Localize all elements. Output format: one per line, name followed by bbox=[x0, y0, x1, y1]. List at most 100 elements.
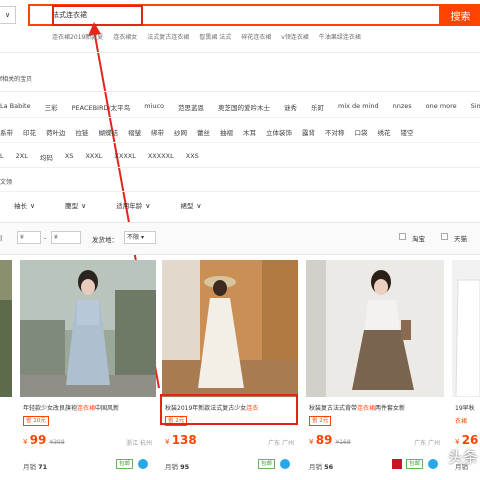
brand-option[interactable]: Simp bbox=[471, 102, 480, 112]
hotword-link[interactable]: 连衣裙女 bbox=[113, 32, 137, 41]
brand-option[interactable]: La Babite bbox=[0, 102, 31, 112]
style-filter-row: 系带 印花 荷叶边 拉链 蝴蝶结 褶皱 绑带 纱网 蕾丝 抽褶 木耳 立体装饰 … bbox=[0, 127, 414, 137]
price-dash: - bbox=[44, 234, 47, 242]
style-option[interactable]: 绑带 bbox=[151, 127, 164, 137]
product-title[interactable]: 年轻款少女改良旗袍连衣裙中国风新 bbox=[23, 403, 119, 412]
size-option[interactable]: 2XL bbox=[16, 152, 28, 162]
gift-icon bbox=[392, 459, 402, 469]
style-option[interactable]: 镂空 bbox=[401, 127, 414, 137]
product-image[interactable] bbox=[0, 260, 12, 397]
product-image[interactable] bbox=[452, 260, 480, 397]
tmall-label: 天猫 bbox=[454, 235, 467, 243]
related-items-text: f相关的宝贝 bbox=[0, 76, 33, 83]
size-option[interactable]: XXXXXL bbox=[148, 152, 174, 162]
chat-icon[interactable] bbox=[428, 459, 438, 469]
product-card[interactable]: 秋装2019年新款法式复古少女连衣 省 2元 ¥ 138 广东 广州 月销 95… bbox=[162, 260, 298, 480]
chat-icon[interactable] bbox=[280, 459, 290, 469]
product-title[interactable]: 19早秋 bbox=[455, 403, 480, 412]
product-title[interactable]: 秋装复古法式背带连衣裙两件套女新 bbox=[309, 403, 405, 412]
waist-filter[interactable]: 腰型 ∨ bbox=[65, 200, 86, 210]
product-card[interactable]: 秋装复古法式背带连衣裙两件套女新 省 2元 ¥ 89 ¥168 广东 广州 月销 … bbox=[306, 260, 444, 480]
price-prefix: | bbox=[0, 234, 3, 242]
tmall-checkbox[interactable] bbox=[441, 233, 448, 240]
hotword-link[interactable]: v领连衣裙 bbox=[281, 32, 309, 41]
style-option[interactable]: 立体装饰 bbox=[266, 127, 292, 137]
skirt-type-filter[interactable]: 裙型 ∨ bbox=[180, 200, 201, 210]
taobao-checkbox[interactable] bbox=[399, 233, 406, 240]
divider bbox=[0, 142, 480, 143]
hotword-link[interactable]: 牛油果绿连衣裙 bbox=[319, 32, 361, 41]
price-max-input[interactable]: ¥ bbox=[51, 231, 81, 244]
style-option[interactable]: 抽褶 bbox=[220, 127, 233, 137]
product-location: 广东 广州 bbox=[414, 440, 440, 447]
style-option[interactable]: 蕾丝 bbox=[197, 127, 210, 137]
style-option[interactable]: 拉链 bbox=[76, 127, 89, 137]
brand-option[interactable]: PEACEBIRD/太平鸟 bbox=[72, 102, 131, 112]
free-shipping-badge: 包邮 bbox=[258, 459, 276, 469]
style-option[interactable]: 印花 bbox=[23, 127, 36, 137]
size-filter-row: L 2XL 均码 XS XXXL XXXXL XXXXXL XXS bbox=[0, 152, 199, 162]
brand-option[interactable]: 三彩 bbox=[45, 102, 58, 112]
brand-option[interactable]: 乐町 bbox=[311, 102, 324, 112]
brand-option[interactable]: 范思蓝恩 bbox=[178, 102, 204, 112]
collar-filter-label[interactable]: 文领 bbox=[0, 177, 12, 186]
hotword-link[interactable]: 碎花连衣裙 bbox=[241, 32, 271, 41]
divider bbox=[0, 167, 480, 168]
chevron-down-icon: ∨ bbox=[30, 202, 36, 210]
product-image[interactable] bbox=[20, 260, 156, 397]
monthly-sales: 月销 95 bbox=[165, 463, 190, 471]
style-option[interactable]: 蝴蝶结 bbox=[99, 127, 119, 137]
age-filter[interactable]: 适用年龄 ∨ bbox=[116, 200, 150, 210]
hot-search-words: 连衣裙2019新款夏 连衣裙女 法式复古连衣裙 智熏裙 法式 碎花连衣裙 v领连… bbox=[52, 32, 361, 41]
product-image[interactable] bbox=[306, 260, 444, 397]
size-option[interactable]: XS bbox=[65, 152, 74, 162]
style-option[interactable]: 荷叶边 bbox=[46, 127, 66, 137]
watermark: 头条 bbox=[448, 448, 479, 466]
price-min-input[interactable]: ¥ bbox=[17, 231, 41, 244]
brand-option[interactable]: mix de mind bbox=[338, 102, 379, 112]
product-price: ¥ 99 ¥398 bbox=[23, 433, 65, 447]
free-shipping-badge: 包邮 bbox=[406, 459, 424, 469]
brand-filter-row: La Babite 三彩 PEACEBIRD/太平鸟 miuco 范思蓝恩 奥芝… bbox=[0, 102, 480, 112]
product-location: 浙江 杭州 bbox=[126, 440, 152, 447]
taobao-label: 淘宝 bbox=[412, 235, 425, 243]
free-shipping-badge: 包邮 bbox=[116, 459, 134, 469]
chevron-down-icon: ∨ bbox=[81, 202, 87, 210]
size-option[interactable]: XXXXL bbox=[114, 152, 135, 162]
chevron-down-icon: ∨ bbox=[196, 202, 202, 210]
divider bbox=[0, 52, 480, 53]
size-option[interactable]: L bbox=[0, 152, 4, 162]
divider bbox=[0, 91, 480, 92]
chevron-down-icon: ∨ bbox=[145, 202, 151, 210]
product-card[interactable]: 年轻款少女改良旗袍连衣裙中国风新 省 10元 ¥ 99 ¥398 浙江 杭州 月销… bbox=[20, 260, 156, 480]
style-option[interactable]: 纱网 bbox=[174, 127, 187, 137]
size-option[interactable]: XXS bbox=[186, 152, 199, 162]
divider bbox=[0, 117, 480, 118]
size-option[interactable]: 均码 bbox=[40, 152, 53, 162]
discount-tag: 省 2元 bbox=[309, 416, 332, 426]
style-option[interactable]: 木耳 bbox=[243, 127, 256, 137]
discount-tag: 省 10元 bbox=[23, 416, 49, 426]
brand-option[interactable]: 奥芝国的爱吟木士 bbox=[218, 102, 270, 112]
hotword-link[interactable]: 法式复古连衣裙 bbox=[147, 32, 189, 41]
style-option[interactable]: 口袋 bbox=[355, 127, 368, 137]
sleeve-filter[interactable]: 袖长 ∨ bbox=[14, 200, 35, 210]
hotword-link[interactable]: 智熏裙 法式 bbox=[199, 32, 231, 41]
brand-option[interactable]: miuco bbox=[144, 102, 164, 112]
brand-option[interactable]: 谜秀 bbox=[284, 102, 297, 112]
style-option[interactable]: 绣花 bbox=[378, 127, 391, 137]
style-option[interactable]: 露背 bbox=[302, 127, 315, 137]
product-card[interactable] bbox=[0, 260, 12, 480]
style-option[interactable]: 系带 bbox=[0, 127, 13, 137]
divider bbox=[0, 191, 480, 192]
product-location: 广东 广州 bbox=[268, 440, 294, 447]
hotword-link[interactable]: 连衣裙2019新款夏 bbox=[52, 32, 103, 41]
style-option[interactable]: 褶皱 bbox=[128, 127, 141, 137]
ship-from-select[interactable]: 不限 ▾ bbox=[124, 231, 156, 244]
brand-option[interactable]: nnzes bbox=[393, 102, 412, 112]
chat-icon[interactable] bbox=[138, 459, 148, 469]
size-option[interactable]: XXXL bbox=[85, 152, 102, 162]
brand-option[interactable]: one more bbox=[426, 102, 457, 112]
product-image[interactable] bbox=[162, 260, 298, 397]
style-option[interactable]: 不对称 bbox=[325, 127, 345, 137]
